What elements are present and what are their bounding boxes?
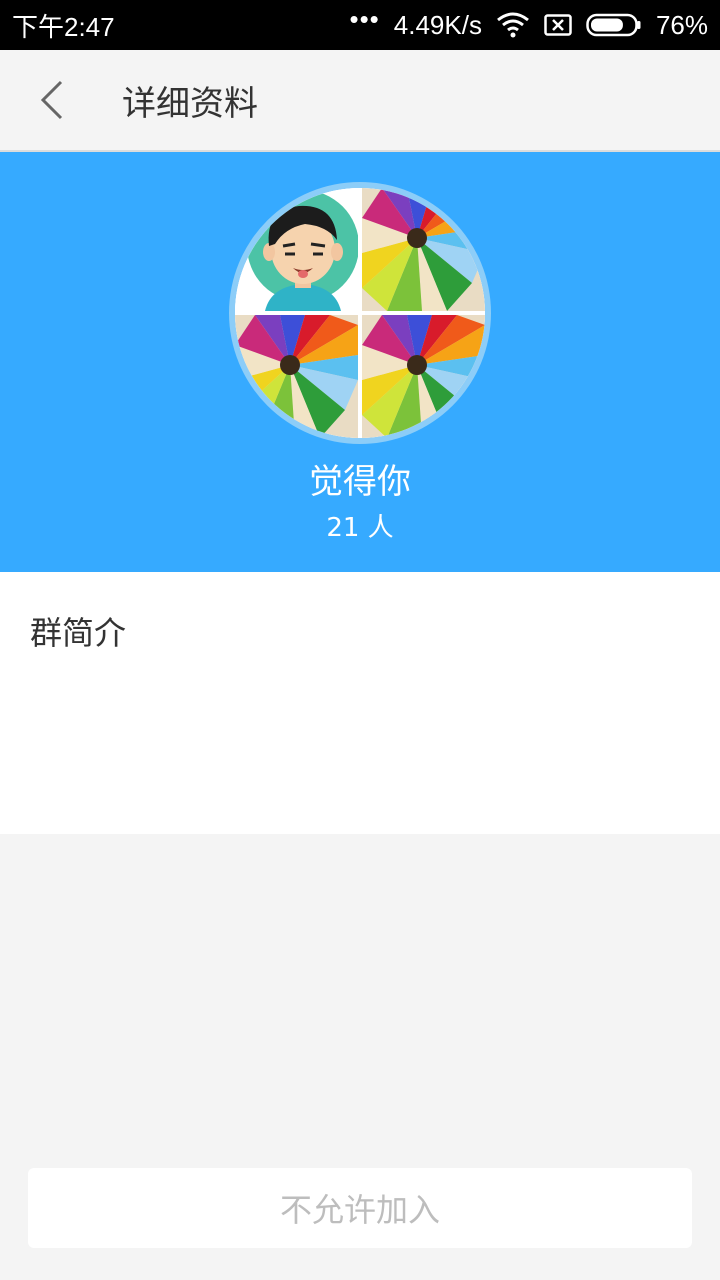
back-button[interactable]	[0, 49, 104, 151]
colored-pencils-image	[235, 315, 358, 438]
group-name: 觉得你	[309, 462, 411, 502]
network-speed: 4.49K/s	[393, 9, 482, 40]
status-time: 下午2:47	[12, 11, 115, 42]
group-intro-section: 群简介	[0, 572, 720, 834]
app-bar: 详细资料	[0, 50, 720, 152]
wifi-icon	[496, 12, 530, 38]
battery-percent: 76%	[655, 9, 708, 40]
group-header: 觉得你 21 人	[0, 152, 720, 572]
no-sim-icon	[544, 14, 572, 36]
battery-icon	[586, 13, 642, 37]
colored-pencils-image	[362, 188, 485, 311]
colored-pencils-image	[362, 315, 485, 438]
member-count: 21 人	[326, 513, 394, 543]
signal-dots-icon: •••	[349, 3, 380, 34]
group-avatar[interactable]	[229, 182, 491, 444]
join-group-button[interactable]: 不允许加入	[28, 1168, 692, 1248]
group-intro-title: 群简介	[30, 614, 127, 652]
cartoon-boy-avatar	[235, 188, 358, 311]
status-bar: 下午2:47 ••• 4.49K/s 76%	[0, 0, 720, 50]
chevron-left-icon	[40, 80, 63, 120]
page-title: 详细资料	[122, 83, 258, 124]
